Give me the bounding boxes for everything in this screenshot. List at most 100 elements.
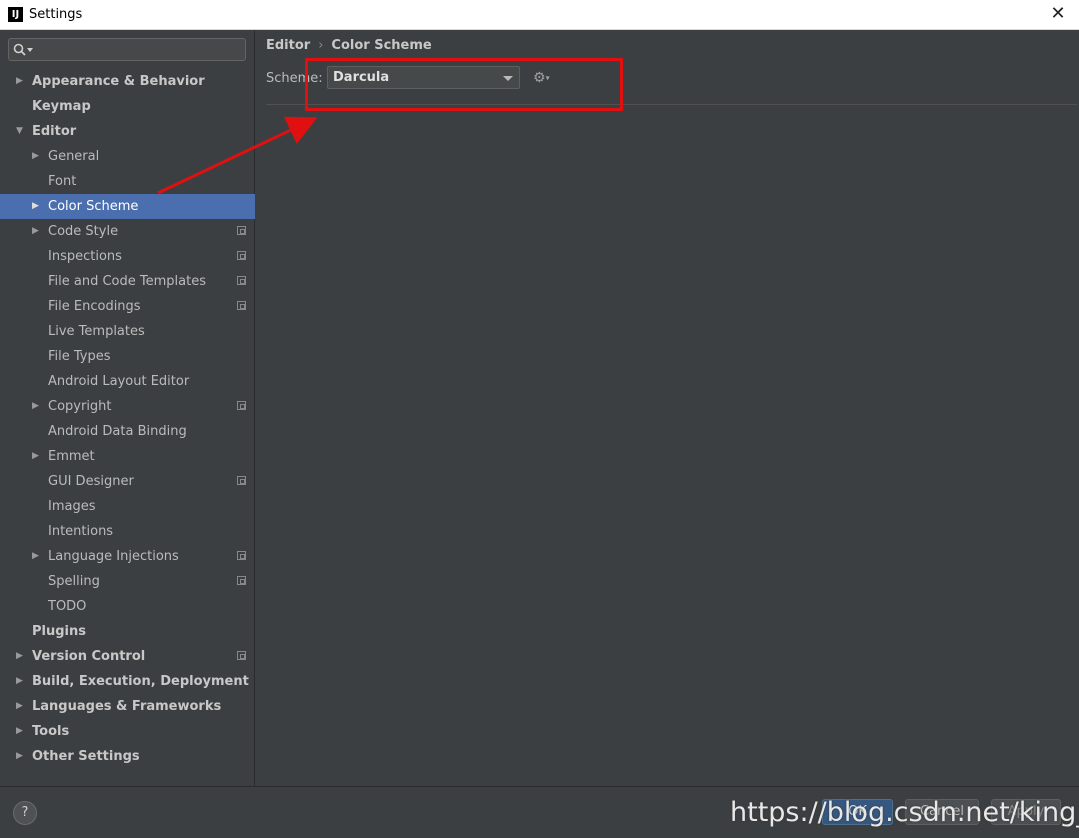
settings-tree: ▶ Appearance & Behavior Keymap ▼ Editor ▶ Gene… [0, 69, 255, 769]
sidebar-item-label: Other Settings [32, 749, 140, 764]
cancel-button[interactable]: Cancel [905, 799, 979, 825]
sidebar-item[interactable]: ▶ General [0, 144, 255, 169]
sidebar-item[interactable]: ▶ Code Style [0, 219, 255, 244]
sidebar-item-label: Editor [32, 124, 77, 139]
sidebar-item[interactable]: ▼ Editor [0, 119, 255, 144]
project-settings-icon [237, 276, 246, 285]
sidebar-item[interactable]: Spelling [0, 569, 255, 594]
sidebar-item-label: Spelling [48, 574, 100, 589]
search-icon [13, 43, 33, 56]
collapsed-arrow-icon[interactable]: ▶ [32, 144, 42, 169]
sidebar-item[interactable]: Images [0, 494, 255, 519]
divider [266, 104, 1077, 105]
sidebar-item[interactable]: ▶ Version Control [0, 644, 255, 669]
collapsed-arrow-icon[interactable]: ▶ [16, 744, 26, 769]
project-settings-icon [237, 576, 246, 585]
sidebar-item[interactable]: Android Data Binding [0, 419, 255, 444]
close-icon[interactable]: ✕ [1047, 3, 1069, 25]
collapsed-arrow-icon[interactable]: ▶ [16, 669, 26, 694]
collapsed-arrow-icon[interactable]: ▶ [32, 544, 42, 569]
sidebar-item-label: GUI Designer [48, 474, 134, 489]
project-settings-icon [237, 251, 246, 260]
sidebar-item[interactable]: Intentions [0, 519, 255, 544]
sidebar-item-label: Emmet [48, 449, 95, 464]
sidebar-item[interactable]: TODO [0, 594, 255, 619]
search-input[interactable] [8, 38, 246, 61]
sidebar-item-label: TODO [48, 599, 87, 614]
sidebar-item-label: General [48, 149, 100, 164]
sidebar-item[interactable]: ▶ Color Scheme [0, 194, 255, 219]
collapsed-arrow-icon[interactable]: ▶ [32, 444, 42, 469]
sidebar-item-label: Color Scheme [48, 199, 139, 214]
sidebar-item[interactable]: ▶ Other Settings [0, 744, 255, 769]
gear-caret: ▾ [545, 73, 550, 83]
sidebar-item[interactable]: ▶ Languages & Frameworks [0, 694, 255, 719]
sidebar-item[interactable]: Font [0, 169, 255, 194]
scheme-dropdown[interactable]: Darcula [327, 66, 520, 89]
breadcrumb-parent[interactable]: Editor [266, 38, 310, 53]
collapsed-arrow-icon[interactable]: ▶ [16, 719, 26, 744]
app-icon: IJ [8, 7, 23, 22]
apply-button[interactable]: Apply [991, 799, 1061, 825]
ok-button[interactable]: OK [822, 799, 893, 825]
breadcrumb-separator: › [318, 38, 324, 53]
sidebar-item[interactable]: ▶ Build, Execution, Deployment [0, 669, 255, 694]
project-settings-icon [237, 476, 246, 485]
sidebar-item[interactable]: File Types [0, 344, 255, 369]
project-settings-icon [237, 301, 246, 310]
title-bar: IJ Settings ✕ [0, 0, 1079, 30]
sidebar-item[interactable]: File and Code Templates [0, 269, 255, 294]
breadcrumb-current: Color Scheme [331, 38, 432, 53]
sidebar-item-label: Version Control [32, 649, 146, 664]
sidebar-item[interactable]: Inspections [0, 244, 255, 269]
sidebar-item[interactable]: ▶ Copyright [0, 394, 255, 419]
sidebar-item[interactable]: GUI Designer [0, 469, 255, 494]
sidebar-item-label: File Encodings [48, 299, 141, 314]
sidebar-item-label: Android Data Binding [48, 424, 187, 439]
sidebar-item-label: Images [48, 499, 96, 514]
sidebar-item-label: Plugins [32, 624, 86, 639]
project-settings-icon [237, 651, 246, 660]
sidebar-item[interactable]: Live Templates [0, 319, 255, 344]
settings-sidebar: ▶ Appearance & Behavior Keymap ▼ Editor ▶ Gene… [0, 30, 255, 786]
collapsed-arrow-icon[interactable]: ▶ [32, 394, 42, 419]
scheme-value: Darcula [333, 70, 390, 85]
sidebar-item-label: Tools [32, 724, 70, 739]
sidebar-item-label: Font [48, 174, 77, 189]
sidebar-item-label: Live Templates [48, 324, 145, 339]
gear-icon[interactable]: ⚙▾ [533, 70, 550, 86]
sidebar-item[interactable]: Keymap [0, 94, 255, 119]
collapsed-arrow-icon[interactable]: ▶ [16, 694, 26, 719]
sidebar-item[interactable]: Plugins [0, 619, 255, 644]
scheme-label: Scheme: [266, 71, 323, 86]
project-settings-icon [237, 226, 246, 235]
dialog-footer: ? OK Cancel Apply [0, 786, 1079, 838]
sidebar-item[interactable]: File Encodings [0, 294, 255, 319]
project-settings-icon [237, 401, 246, 410]
sidebar-item-label: File Types [48, 349, 111, 364]
sidebar-item-label: Build, Execution, Deployment [32, 674, 249, 689]
sidebar-item-label: Copyright [48, 399, 112, 414]
sidebar-item-label: Inspections [48, 249, 122, 264]
sidebar-item[interactable]: Android Layout Editor [0, 369, 255, 394]
sidebar-item-label: Code Style [48, 224, 119, 239]
help-button[interactable]: ? [13, 801, 37, 825]
collapsed-arrow-icon[interactable]: ▶ [16, 69, 26, 94]
sidebar-item-label: Intentions [48, 524, 114, 539]
collapsed-arrow-icon[interactable]: ▶ [16, 644, 26, 669]
project-settings-icon [237, 551, 246, 560]
sidebar-item-label: Languages & Frameworks [32, 699, 222, 714]
chevron-down-icon [503, 76, 513, 81]
expanded-arrow-icon[interactable]: ▼ [16, 119, 26, 144]
window-title: Settings [29, 7, 83, 22]
collapsed-arrow-icon[interactable]: ▶ [32, 219, 42, 244]
sidebar-item[interactable]: ▶ Appearance & Behavior [0, 69, 255, 94]
collapsed-arrow-icon[interactable]: ▶ [32, 194, 42, 219]
sidebar-item-label: Android Layout Editor [48, 374, 190, 389]
main-panel: Editor › Color Scheme Scheme: Darcula ⚙▾ [256, 30, 1079, 786]
sidebar-item-label: Language Injections [48, 549, 179, 564]
sidebar-item-label: Appearance & Behavior [32, 74, 205, 89]
sidebar-item[interactable]: ▶ Language Injections [0, 544, 255, 569]
sidebar-item[interactable]: ▶ Tools [0, 719, 255, 744]
sidebar-item[interactable]: ▶ Emmet [0, 444, 255, 469]
